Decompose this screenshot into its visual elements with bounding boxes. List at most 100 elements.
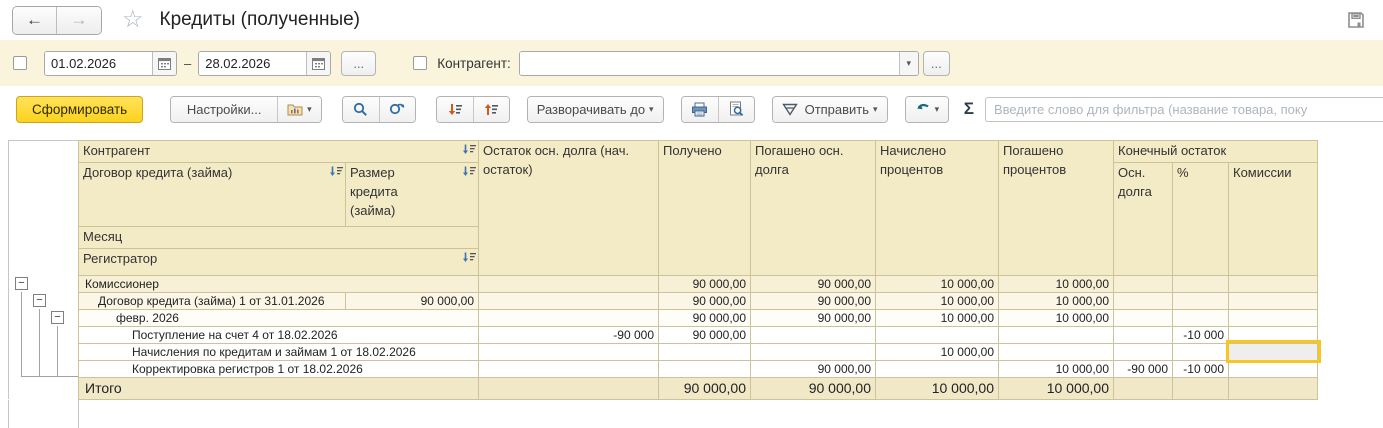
save-icon[interactable] xyxy=(1345,9,1367,31)
cell-nachisleno[interactable] xyxy=(875,359,999,378)
header-konechny[interactable]: Конечный остаток xyxy=(1112,140,1319,163)
counterparty-more-button[interactable]: ... xyxy=(922,50,950,76)
cell-komissii[interactable] xyxy=(1227,274,1319,293)
cell-nachisleno[interactable]: 10 000,00 xyxy=(875,308,999,327)
counterparty-input[interactable] xyxy=(519,51,899,75)
date-to-input[interactable] xyxy=(199,51,307,75)
cell-nachisleno[interactable]: 10 000,00 xyxy=(875,342,999,361)
cell-pogasheno-osn[interactable]: 90 000,00 xyxy=(750,359,876,378)
calendar-icon[interactable] xyxy=(152,51,176,75)
collapse-node-button[interactable]: − xyxy=(33,294,46,308)
period-more-button[interactable]: ... xyxy=(341,50,377,76)
counterparty-checkbox[interactable] xyxy=(413,56,428,70)
cell-pogasheno-osn[interactable] xyxy=(750,325,876,344)
back-button[interactable]: ← xyxy=(13,6,57,34)
cell-osn-dolga[interactable] xyxy=(1113,274,1173,293)
cell-pct[interactable] xyxy=(1172,274,1229,293)
group-cell[interactable]: Комиссионер xyxy=(78,274,479,293)
cell-osn-dolga[interactable] xyxy=(1113,376,1173,400)
sort-icon[interactable] xyxy=(462,166,476,177)
cell-pogasheno-proc[interactable]: 10 000,00 xyxy=(998,291,1114,310)
calendar-icon[interactable] xyxy=(306,51,331,75)
settings-button[interactable]: Настройки... xyxy=(171,96,278,122)
cell-pct[interactable] xyxy=(1172,308,1229,327)
cell-pogasheno-proc[interactable]: 10 000,00 xyxy=(998,308,1114,327)
total-label-cell[interactable]: Итого xyxy=(78,376,479,400)
cell-ostatok[interactable] xyxy=(478,308,659,327)
cell-pogasheno-osn[interactable]: 90 000,00 xyxy=(750,291,876,310)
cell-pogasheno-osn[interactable]: 90 000,00 xyxy=(750,376,876,400)
expand-groups-button[interactable] xyxy=(436,96,473,122)
cell-ostatok[interactable] xyxy=(478,291,659,310)
cell-polucheno[interactable]: 90 000,00 xyxy=(658,274,751,293)
cell-pogasheno-proc[interactable] xyxy=(998,325,1114,344)
change-composition-button[interactable]: ▾ xyxy=(905,96,949,122)
header-pct[interactable]: % xyxy=(1172,161,1229,276)
detail-cell[interactable]: Поступление на счет 4 от 18.02.2026 xyxy=(78,325,479,344)
cell-pct[interactable] xyxy=(1172,376,1229,400)
group-cell[interactable]: Договор кредита (займа) 1 от 31.01.2026 xyxy=(78,291,346,310)
cell-ostatok[interactable]: -90 000 xyxy=(478,325,659,344)
cell-pct[interactable] xyxy=(1172,342,1229,361)
cell-pogasheno-proc[interactable]: 10 000,00 xyxy=(998,274,1114,293)
period-checkbox[interactable] xyxy=(13,56,27,70)
generate-button[interactable]: Сформировать xyxy=(16,95,144,123)
cell-pogasheno-osn[interactable]: 90 000,00 xyxy=(750,308,876,327)
cell-komissii[interactable] xyxy=(1227,308,1319,327)
header-pogasheno-proc[interactable]: Погашено процентов xyxy=(998,140,1114,276)
cell-osn-dolga[interactable] xyxy=(1113,291,1173,310)
search-next-button[interactable] xyxy=(378,96,415,122)
collapse-node-button[interactable]: − xyxy=(51,311,64,325)
quick-filter-input[interactable] xyxy=(985,96,1383,122)
forward-button[interactable]: → xyxy=(57,6,101,34)
header-komissii[interactable]: Комиссии xyxy=(1227,161,1319,276)
cell-osn-dolga[interactable] xyxy=(1113,342,1173,361)
detail-cell[interactable]: Корректировка регистров 1 от 18.02.2026 xyxy=(78,359,479,378)
cell-polucheno[interactable] xyxy=(658,359,751,378)
cell-osn-dolga[interactable] xyxy=(1113,308,1173,327)
cell-nachisleno[interactable] xyxy=(875,325,999,344)
header-pogasheno-osn[interactable]: Погашено осн. долга xyxy=(750,140,876,276)
header-mesyac[interactable]: Месяц xyxy=(78,225,479,249)
group-cell[interactable]: февр. 2026 xyxy=(78,308,479,327)
expand-to-button[interactable]: Разворачивать до ▾ xyxy=(527,96,663,122)
counterparty-dropdown-button[interactable]: ▾ xyxy=(898,51,918,75)
header-nachisleno[interactable]: Начислено процентов xyxy=(875,140,999,276)
cell-komissii[interactable] xyxy=(1227,291,1319,310)
cell-komissii[interactable] xyxy=(1227,325,1319,344)
cell-pct[interactable]: -10 000 xyxy=(1172,325,1229,344)
search-button[interactable] xyxy=(342,96,379,122)
cell-nachisleno[interactable]: 10 000,00 xyxy=(875,376,999,400)
cell-nachisleno[interactable]: 10 000,00 xyxy=(875,274,999,293)
cell-ostatok[interactable] xyxy=(478,274,659,293)
cell-nachisleno[interactable]: 10 000,00 xyxy=(875,291,999,310)
date-from-input[interactable] xyxy=(45,51,152,75)
sum-sigma-icon[interactable]: Σ xyxy=(964,99,974,119)
cell-komissii[interactable] xyxy=(1227,376,1319,400)
cell-polucheno[interactable]: 90 000,00 xyxy=(658,325,751,344)
cell-ostatok[interactable] xyxy=(478,376,659,400)
cell-osn-dolga[interactable] xyxy=(1113,325,1173,344)
cell-komissii[interactable] xyxy=(1227,359,1319,378)
print-preview-button[interactable] xyxy=(717,96,754,122)
sort-icon[interactable] xyxy=(462,144,476,155)
detail-cell[interactable]: Начисления по кредитам и займам 1 от 18.… xyxy=(78,342,479,361)
cell-ostatok[interactable] xyxy=(478,359,659,378)
cell-pct[interactable]: -10 000 xyxy=(1172,359,1229,378)
sort-icon[interactable] xyxy=(329,166,343,177)
cell-pogasheno-proc[interactable] xyxy=(998,342,1114,361)
send-button[interactable]: Отправить ▾ xyxy=(772,96,887,122)
cell-pogasheno-osn[interactable]: 90 000,00 xyxy=(750,274,876,293)
cell-pogasheno-proc[interactable]: 10 000,00 xyxy=(998,376,1114,400)
cell-ostatok[interactable] xyxy=(478,342,659,361)
header-ostatok[interactable]: Остаток осн. долга (нач. остаток) xyxy=(478,140,659,276)
header-osn-dolga[interactable]: Осн. долга xyxy=(1113,161,1173,276)
cell-polucheno[interactable]: 90 000,00 xyxy=(658,291,751,310)
header-dogovor[interactable]: Договор кредита (займа) xyxy=(78,161,346,227)
cell-pogasheno-osn[interactable] xyxy=(750,342,876,361)
sort-icon[interactable] xyxy=(462,252,476,263)
cell-polucheno[interactable]: 90 000,00 xyxy=(658,308,751,327)
header-registrator[interactable]: Регистратор xyxy=(78,247,479,276)
header-polucheno[interactable]: Получено xyxy=(658,140,751,276)
header-razmer[interactable]: Размер кредита (займа) xyxy=(345,161,479,227)
